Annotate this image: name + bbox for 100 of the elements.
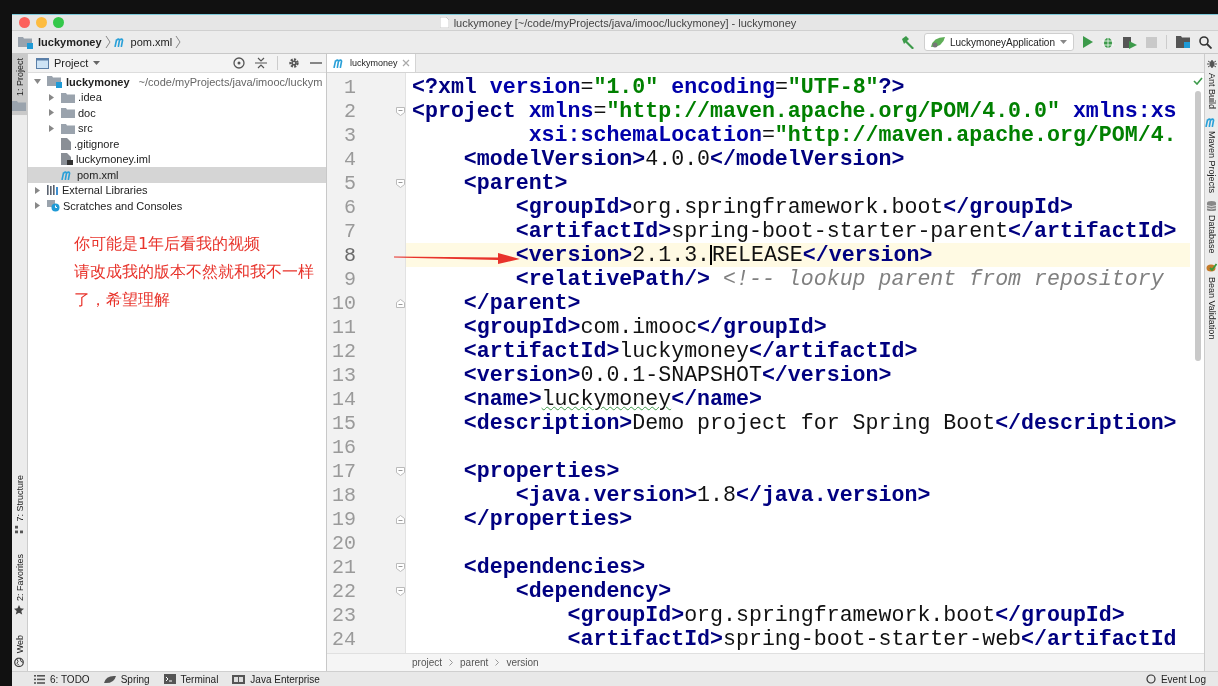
code-line: <relativePath/> <!-- lookup parent from repository [514, 267, 1165, 291]
collapsed-arrow-icon[interactable] [34, 186, 41, 194]
tool-window-button[interactable]: Database [1205, 198, 1218, 257]
search-icon[interactable] [1199, 35, 1212, 49]
folder-icon [12, 100, 27, 112]
folder-icon [47, 75, 63, 89]
line-number: 17 [331, 459, 356, 483]
tree-item[interactable]: Scratches and Consoles [28, 198, 326, 214]
window-icon [36, 57, 49, 69]
expanded-arrow-icon[interactable] [34, 78, 41, 86]
tool-window-button[interactable]: Event Log [1145, 673, 1206, 685]
zoom-button[interactable] [53, 17, 64, 28]
globe-icon [14, 657, 25, 667]
balloon-icon [1145, 674, 1156, 684]
code-line: xsi:schemaLocation="http://maven.apache.org/POM/4. [527, 123, 1178, 147]
tree-item[interactable]: luckymoney ~/code/myProjects/java/imooc/luckym [28, 74, 326, 90]
leaf-icon [103, 674, 116, 684]
collapsed-arrow-icon[interactable] [48, 124, 55, 132]
line-number: 3 [343, 123, 356, 147]
tree-item[interactable]: External Libraries [28, 182, 326, 198]
tool-window-button[interactable]: Bean Validation [1205, 258, 1218, 342]
run-icon[interactable] [1083, 36, 1093, 48]
settings-icon[interactable] [288, 57, 300, 69]
breadcrumb-item[interactable]: parent [460, 657, 489, 668]
folder-icon [61, 122, 75, 134]
tool-window-button[interactable]: 7: Structure [12, 471, 27, 538]
tree-item[interactable]: .gitignore [28, 136, 326, 152]
tool-window-button[interactable]: Spring [103, 673, 150, 685]
tool-window-button[interactable]: 6: TODO [34, 673, 90, 685]
fold-icon[interactable] [396, 586, 405, 596]
line-number: 14 [331, 387, 356, 411]
collapsed-arrow-icon[interactable] [34, 202, 41, 210]
line-number: 1 [343, 75, 356, 99]
window-title: luckymoney [~/code/myProjects/java/imooc/luckymoney] - luckymoney [453, 16, 797, 29]
tree-item[interactable]: luckymoney.iml [28, 151, 326, 167]
line-number: 15 [331, 411, 356, 435]
coverage-icon[interactable] [1123, 35, 1137, 49]
fold-icon[interactable] [396, 106, 405, 116]
fold-icon[interactable] [396, 466, 405, 476]
editor-tab[interactable]: luckymoney [327, 54, 416, 72]
collapsed-arrow-icon[interactable] [48, 93, 55, 101]
tool-window-button[interactable]: Ant Build [1205, 56, 1218, 113]
code-line: <dependency> [514, 579, 673, 603]
scratch-icon [47, 199, 60, 212]
caret-icon [93, 61, 101, 65]
line-number: 7 [343, 219, 356, 243]
fold-icon[interactable] [396, 514, 405, 524]
breadcrumb-item[interactable]: luckymoney [18, 35, 102, 49]
collapsed-arrow-icon[interactable] [48, 109, 55, 117]
fold-icon[interactable] [396, 178, 405, 188]
annotation-text: 你可能是1年后看我的视频 请改成我的版本不然就和我不一样 了，希望理解 [74, 233, 314, 311]
line-number: 4 [343, 147, 356, 171]
tool-window-button[interactable]: 1: Project [12, 54, 27, 116]
breadcrumb-item[interactable]: version [506, 657, 539, 668]
view-selector-dropdown[interactable]: Project [36, 57, 101, 69]
breadcrumb-item[interactable]: project [412, 657, 442, 668]
tool-window-button[interactable]: Terminal [163, 673, 219, 685]
line-number: 24 [331, 627, 356, 651]
tree-item[interactable]: src [28, 120, 326, 136]
tree-item[interactable]: .idea [28, 89, 326, 105]
code-line: </properties> [462, 507, 634, 531]
locate-icon[interactable] [233, 57, 245, 69]
code-line: </parent> [462, 291, 582, 315]
code-line: <java.version>1.8</java.version> [514, 483, 932, 507]
database-icon [1207, 201, 1216, 212]
bean-icon [1206, 261, 1217, 273]
line-number: 9 [343, 267, 356, 291]
tool-window-button[interactable]: 2: Favorites [12, 549, 27, 619]
line-number: 18 [331, 483, 356, 507]
line-number: 5 [343, 171, 356, 195]
close-icon[interactable] [401, 59, 410, 67]
tool-window-button[interactable]: Maven Projects [1205, 114, 1218, 197]
folder-icon [61, 107, 75, 119]
line-number: 2 [343, 99, 356, 123]
tool-window-button[interactable]: Java Enterprise [232, 673, 320, 685]
fold-icon[interactable] [396, 298, 405, 308]
tool-window-button[interactable]: Web [12, 630, 27, 671]
chevron-icon [175, 35, 182, 49]
code-line: <version>0.0.1-SNAPSHOT</version> [462, 363, 893, 387]
project-structure-icon[interactable] [1176, 36, 1190, 48]
folder-icon [61, 91, 75, 103]
code-line: <groupId>com.imooc</groupId> [462, 315, 828, 339]
chevron-icon [104, 35, 111, 49]
close-button[interactable] [19, 17, 30, 28]
file-icon [61, 137, 71, 150]
line-number: 12 [331, 339, 356, 363]
hammer-icon[interactable] [900, 35, 915, 49]
star-icon [14, 604, 25, 615]
fold-icon[interactable] [396, 562, 405, 572]
tree-item[interactable]: doc [28, 105, 326, 121]
scrollbar[interactable] [1195, 91, 1201, 361]
code-line: <dependencies> [462, 555, 647, 579]
run-configuration-dropdown[interactable]: LuckymoneyApplication [923, 33, 1074, 51]
line-number: 23 [331, 603, 356, 627]
collapse-all-icon[interactable] [255, 57, 267, 69]
tree-item[interactable]: pom.xml [28, 167, 326, 183]
line-number: 21 [331, 555, 356, 579]
breadcrumb-item[interactable]: pom.xml [113, 36, 173, 48]
line-number: 22 [331, 579, 356, 603]
line-number: 10 [331, 291, 356, 315]
